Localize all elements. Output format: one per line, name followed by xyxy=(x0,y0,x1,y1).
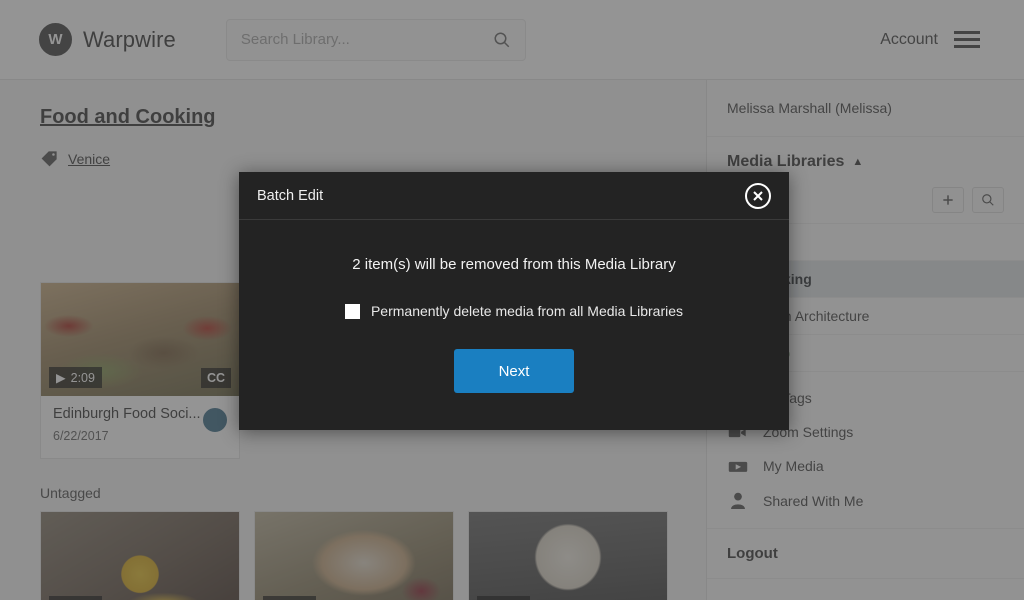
permanent-delete-checkbox[interactable] xyxy=(344,303,360,319)
app-root: W Warpwire Account Food and xyxy=(0,0,1024,600)
permanent-delete-label: Permanently delete media from all Media … xyxy=(370,303,684,319)
close-icon[interactable] xyxy=(745,182,771,209)
next-button[interactable]: Next xyxy=(454,349,574,393)
dialog-header: Batch Edit xyxy=(239,172,789,220)
dialog-body: 2 item(s) will be removed from this Medi… xyxy=(239,220,789,393)
dialog-title: Batch Edit xyxy=(257,187,324,204)
batch-edit-dialog: Batch Edit 2 item(s) will be removed fro… xyxy=(239,172,789,430)
dialog-message: 2 item(s) will be removed from this Medi… xyxy=(352,256,676,273)
permanent-delete-row[interactable]: Permanently delete media from all Media … xyxy=(269,303,759,319)
